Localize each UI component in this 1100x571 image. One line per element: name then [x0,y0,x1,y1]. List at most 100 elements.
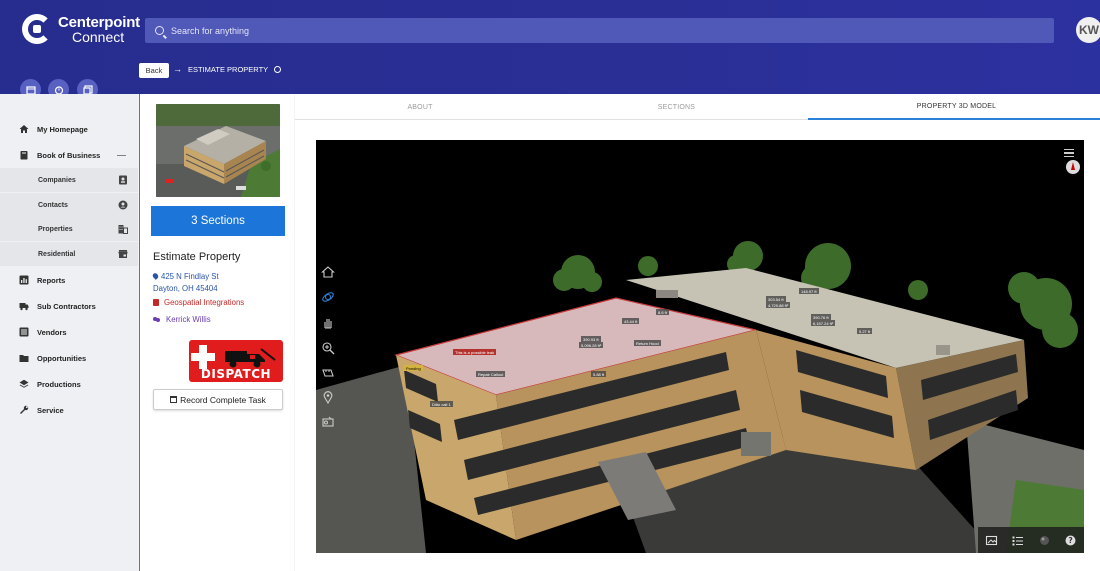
company-badge-icon [153,299,159,306]
model-annotation-label[interactable]: Repair Callout [476,371,506,377]
sidebar-subitem-companies[interactable]: Companies [0,168,138,192]
chart-icon [18,275,29,286]
image-gallery-icon [985,535,997,545]
search-input[interactable]: Search for anything [145,18,1054,43]
property-info-panel: 3 Sections Estimate Property 425 N Findl… [139,94,294,571]
breadcrumb-current: ESTIMATE PROPERTY [188,64,269,74]
sidebar-item-opportunities[interactable]: Opportunities [0,346,138,370]
model-measurement-label[interactable]: 4,729.88 ft² [766,302,791,308]
sidebar-item-label: My Homepage [37,124,88,134]
sidebar-item-label: Properties [38,225,73,233]
dispatch-button[interactable]: DISPATCH [189,340,283,382]
top-bar [0,0,1100,94]
help-icon: ? [1065,535,1076,545]
tow-truck-icon [225,348,276,368]
model-annotation-label[interactable]: This is a possible leak [453,349,497,355]
address-line2: Dayton, OH 45404 [153,283,218,293]
model-measurement-label[interactable]: 5.27 ft [857,328,873,334]
calendar-icon [170,396,178,403]
layers-list-button[interactable] [1011,534,1024,547]
pan-button[interactable] [321,316,335,330]
sidebar-item-label: Service [37,405,64,415]
viewer-menu-icon[interactable] [1064,149,1074,158]
sidebar-item-service[interactable]: Service [0,398,138,422]
company-name: Geospatial Integrations [164,298,245,307]
building-icon [118,224,128,234]
model-annotation-label[interactable]: Return Hood [634,340,661,346]
3d-model-viewer[interactable]: This is a possible leak Repair Callout P… [316,140,1084,553]
home-view-button[interactable] [321,265,335,279]
folder-icon [18,353,29,364]
app-logo[interactable]: Centerpoint Connect [22,14,140,46]
map-pin-icon [323,391,333,405]
sidebar-item-label: Productions [37,379,81,389]
model-measurement-label[interactable]: 5.88 ft [591,371,607,377]
sidebar-subitem-contacts[interactable]: Contacts [0,193,138,217]
sidebar-item-label: Book of Business [37,150,101,160]
help-button[interactable]: ? [1064,534,1077,547]
model-measurement-label[interactable]: 43.44 ft [622,318,640,324]
arrow-right-icon: → [173,64,182,74]
orbit-button[interactable] [321,290,335,304]
building-3d-model[interactable] [316,140,1084,553]
collapse-icon[interactable]: — [117,150,126,160]
property-title: Estimate Property [153,251,241,263]
measure-button[interactable] [321,366,335,380]
model-measurement-label[interactable]: 6,157.24 ft² [811,320,836,326]
tab-sections[interactable]: SECTIONS [545,94,808,120]
tab-property-3d-model[interactable]: PROPERTY 3D MODEL [808,94,1100,120]
compass-icon[interactable] [1066,160,1080,174]
sidebar-item-productions[interactable]: Productions [0,372,138,396]
history-icon[interactable] [274,65,282,73]
orbit-icon [322,292,334,302]
sidebar-item-label: Residential [38,250,76,258]
list-icon [18,327,29,338]
layers-icon [18,379,29,390]
brand-name: Centerpoint [58,14,140,31]
back-button[interactable]: Back [139,63,169,78]
annotation-button[interactable] [321,415,335,429]
record-complete-task-button[interactable]: Record Complete Task [153,389,283,410]
breadcrumb: → ESTIMATE PROPERTY [173,64,282,74]
truck-icon [18,301,29,312]
sidebar-item-label: Companies [38,176,76,184]
sidebar-item-reports[interactable]: Reports [0,268,138,292]
annotate-icon [322,416,334,427]
sidebar-subitem-properties[interactable]: Properties [0,217,138,241]
sidebar-item-label: Opportunities [37,353,87,363]
assignee-link[interactable]: Kerrick Willis [153,315,211,324]
stopwatch-icon [54,85,63,95]
list-icon [1012,536,1024,545]
property-address[interactable]: 425 N Findlay St Dayton, OH 45404 [151,271,219,294]
zoom-button[interactable] [321,341,335,355]
wrench-icon [18,405,29,416]
sidebar-item-book-of-business[interactable]: Book of Business — [0,143,138,167]
sidebar-item-label: Sub Contractors [37,301,96,311]
render-mode-button[interactable] [1038,534,1051,547]
sidebar-item-my-homepage[interactable]: My Homepage [0,117,138,141]
record-task-label: Record Complete Task [180,394,266,405]
tab-about[interactable]: ABOUT [295,94,545,120]
map-pin-icon [151,272,160,280]
address-line1: 425 N Findlay St [161,272,219,281]
people-icon [153,316,161,323]
sidebar-item-vendors[interactable]: Vendors [0,320,138,344]
main-content: ABOUT SECTIONS PROPERTY 3D MODEL This is… [295,94,1100,571]
model-annotation-label[interactable]: Ditto call 1 [430,401,453,407]
property-thumbnail[interactable] [156,104,280,197]
location-button[interactable] [321,390,335,405]
model-measurement-label[interactable]: 8.6 ft [656,309,669,315]
sidebar-item-label: Reports [37,275,66,285]
sidebar-item-label: Vendors [37,327,67,337]
model-annotation-label[interactable]: Ponding [404,365,423,371]
zoom-in-icon [322,342,335,355]
model-measurement-label[interactable]: 148.97 ft [799,288,819,294]
user-avatar[interactable]: KW [1076,17,1100,43]
gallery-button[interactable] [985,534,998,547]
company-link[interactable]: Geospatial Integrations [153,298,244,307]
sidebar-item-sub-contractors[interactable]: Sub Contractors [0,294,138,318]
sections-button[interactable]: 3 Sections [151,206,285,236]
model-measurement-label[interactable]: 5,096.28 ft² [579,342,604,348]
sphere-icon [1039,535,1049,545]
sidebar-subitem-residential[interactable]: Residential [0,242,138,266]
